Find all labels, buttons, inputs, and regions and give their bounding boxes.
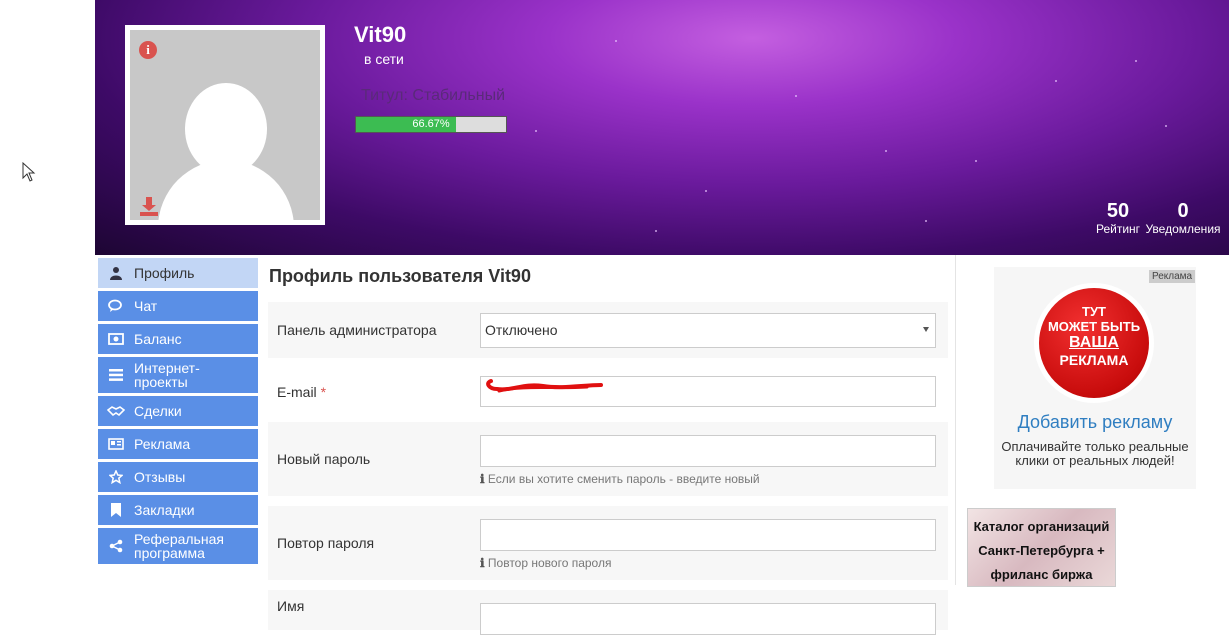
notifications-stat[interactable]: 0 Уведомления (1143, 200, 1223, 236)
rating-stat: 50 Рейтинг (1093, 200, 1143, 236)
sidebar-item-reviews[interactable]: Отзывы (98, 462, 258, 492)
money-icon (98, 333, 134, 345)
newspaper-icon (98, 438, 134, 450)
list-icon (98, 369, 134, 381)
repeat-password-hint-text: Повтор нового пароля (487, 556, 612, 570)
notifications-label: Уведомления (1145, 222, 1221, 236)
sidebar-item-chat[interactable]: Чат (98, 291, 258, 321)
sidebar-item-label: Интернет- проекты (134, 360, 200, 390)
mouse-cursor-icon (22, 162, 36, 182)
sidebar-item-label: Чат (134, 298, 158, 314)
page-title: Профиль пользователя Vit90 (269, 266, 531, 286)
ad-placeholder-badge[interactable]: ТУТ МОЖЕТ БЫТЬ ВАША РЕКЛАМА (1034, 283, 1154, 403)
catalog-ad-text: Каталог организаций Санкт-Петербурга + ф… (973, 519, 1110, 582)
sidebar-item-profile[interactable]: Профиль (98, 258, 258, 288)
ad-badge-line-1: ТУТ (1082, 304, 1106, 319)
email-field[interactable] (480, 376, 936, 407)
new-password-label: Новый пароль (277, 451, 371, 467)
required-asterisk: * (320, 384, 327, 400)
sidebar-nav: Профиль Чат Баланс Интернет- проекты Сде… (98, 258, 258, 567)
admin-panel-select-value: Отключено (485, 322, 558, 338)
profile-banner: i Vit90 в сети Титул: Стабильный 66.67% … (95, 0, 1229, 255)
notifications-value: 0 (1177, 200, 1189, 222)
form-row-new-password: Новый пароль ℹ Если вы хотите сменить па… (268, 422, 948, 496)
rating-value: 50 (1106, 200, 1130, 222)
profile-username: Vit90 (354, 22, 407, 47)
user-icon (98, 266, 134, 280)
chat-icon (98, 299, 134, 313)
form-row-email: E-mail * (268, 368, 948, 412)
email-label: E-mail * (277, 384, 326, 400)
sidebar-item-label: Реклама (134, 436, 191, 452)
ad-badge-line-2: МОЖЕТ БЫТЬ (1047, 319, 1141, 334)
admin-panel-select[interactable]: Отключено (480, 313, 936, 348)
download-icon[interactable] (138, 195, 160, 217)
new-password-hint: ℹ Если вы хотите сменить пароль - введит… (480, 472, 760, 486)
title-progress-bar: 66.67% (355, 116, 507, 133)
sidebar-item-balance[interactable]: Баланс (98, 324, 258, 354)
ad-badge-line-3: ВАША (1069, 334, 1119, 351)
sidebar-item-advertising[interactable]: Реклама (98, 429, 258, 459)
handshake-icon (98, 405, 134, 417)
form-row-admin-panel: Панель администратора Отключено (268, 302, 948, 358)
catalog-ad-banner[interactable]: Каталог организаций Санкт-Петербурга + ф… (967, 508, 1116, 587)
form-row-repeat-password: Повтор пароля ℹ Повтор нового пароля (268, 506, 948, 580)
add-advertising-link[interactable]: Добавить рекламу (994, 412, 1196, 433)
new-password-hint-text: Если вы хотите сменить пароль - введите … (487, 472, 760, 486)
sidebar-item-label: Профиль (134, 265, 195, 281)
sidebar-item-label: Отзывы (134, 469, 186, 485)
admin-panel-label: Панель администратора (277, 322, 437, 338)
progress-text: 66.67% (412, 118, 450, 130)
chevron-down-icon (923, 327, 929, 332)
avatar[interactable]: i (125, 25, 325, 225)
new-password-field[interactable] (480, 435, 936, 467)
name-field[interactable] (480, 603, 936, 635)
sidebar-item-bookmarks[interactable]: Закладки (98, 495, 258, 525)
rating-label: Рейтинг (1095, 222, 1141, 236)
sidebar-item-referral-program[interactable]: Реферальная программа (98, 528, 258, 564)
bookmark-icon (98, 503, 134, 517)
share-icon (98, 539, 134, 553)
user-title: Титул: Стабильный (361, 87, 506, 104)
repeat-password-label: Повтор пароля (277, 535, 375, 551)
ad-badge-line-4: РЕКЛАМА (1059, 352, 1129, 368)
form-row-name: Имя (268, 590, 948, 635)
repeat-password-field[interactable] (480, 519, 936, 551)
online-status: в сети (364, 51, 404, 67)
sidebar-item-deals[interactable]: Сделки (98, 396, 258, 426)
repeat-password-hint: ℹ Повтор нового пароля (480, 556, 611, 570)
email-label-text: E-mail (277, 384, 317, 400)
info-icon[interactable]: i (139, 41, 157, 59)
name-label: Имя (277, 598, 305, 614)
sidebar-item-internet-projects[interactable]: Интернет- проекты (98, 357, 258, 393)
info-icon: ℹ (480, 556, 485, 570)
star-icon (98, 470, 134, 484)
ad-tag: Реклама (1149, 270, 1196, 283)
avatar-placeholder: i (130, 30, 320, 220)
sidebar-item-label: Баланс (134, 331, 182, 347)
info-icon: ℹ (480, 472, 485, 486)
sidebar-item-label: Реферальная программа (134, 531, 224, 561)
email-redaction-scribble (486, 379, 603, 393)
sidebar-item-label: Закладки (134, 502, 195, 518)
ad-description: Оплачивайте только реальные клики от реа… (1001, 439, 1189, 468)
profile-form: Профиль пользователя Vit90 Панель админи… (268, 258, 948, 640)
sidebar-item-label: Сделки (134, 403, 182, 419)
column-divider (955, 255, 956, 585)
